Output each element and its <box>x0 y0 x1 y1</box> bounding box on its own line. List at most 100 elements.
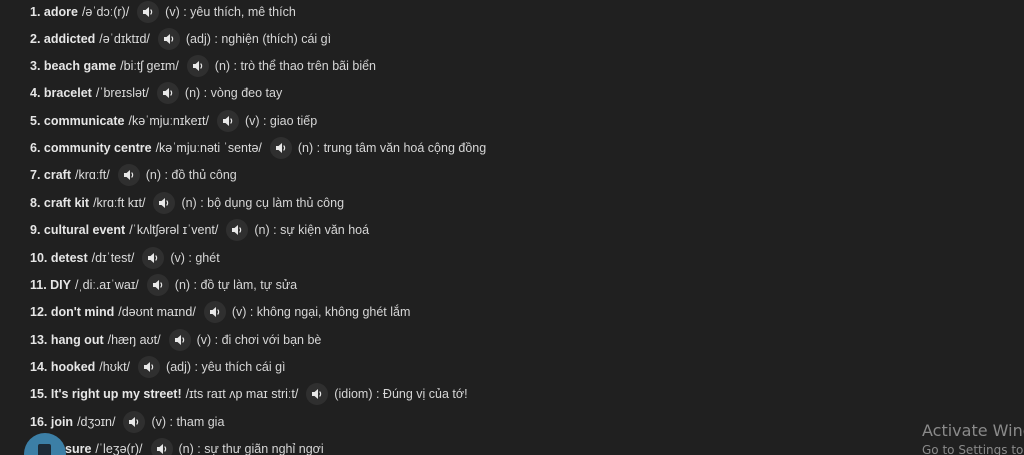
vocab-row: 6. community centre/kəˈmjuːnəti ˈsentə/ (… <box>30 136 486 160</box>
pronounce-button[interactable] <box>123 411 146 433</box>
vocab-meaning: (n) : trung tâm văn hoá cộng đồng <box>297 141 487 155</box>
vocab-row: 1. adore/əˈdɔː(r)/ (v) : yêu thích, mê th… <box>30 0 296 24</box>
vocab-word: 8. craft kit <box>30 196 90 210</box>
speaker-icon <box>192 60 204 72</box>
vocab-meaning: (n) : trò thể thao trên bãi biển <box>214 59 377 73</box>
speaker-icon <box>209 306 221 318</box>
vocab-row: 9. cultural event/ˈkʌltʃərəl ɪˈvent/ (n) … <box>30 218 369 242</box>
vocab-phonetic: /kəˈmjuːnəti ˈsentə/ <box>155 141 262 155</box>
vocab-meaning: (n) : sự thư giãn nghỉ ngơi <box>178 442 324 455</box>
pronounce-button[interactable] <box>186 55 209 77</box>
speaker-icon <box>152 279 164 291</box>
pronounce-button[interactable] <box>142 247 165 269</box>
vocab-phonetic: /əˈdɔː(r)/ <box>81 5 130 19</box>
vocab-word: 9. cultural event <box>30 223 126 237</box>
vocab-phonetic: /hʊkt/ <box>99 360 131 374</box>
vocab-row: sure/ˈleʒə(r)/ (n) : sự thư giãn nghỉ ngơ… <box>65 437 324 455</box>
pronounce-button[interactable] <box>157 28 180 50</box>
vocab-phonetic: /ˌdiː.aɪˈwaɪ/ <box>75 278 139 292</box>
pronounce-button[interactable] <box>117 164 140 186</box>
vocab-word: 1. adore <box>30 5 78 19</box>
vocab-phonetic: /hæŋ aʊt/ <box>107 333 161 347</box>
speaker-icon <box>142 6 154 18</box>
vocab-meaning: (v) : giao tiếp <box>244 114 318 128</box>
vocab-word: 10. detest <box>30 251 88 265</box>
vocab-word: 4. bracelet <box>30 86 92 100</box>
vocab-row: 3. beach game/biːtʃ ɡeɪm/ (n) : trò thể t… <box>30 54 376 78</box>
speaker-icon <box>231 224 243 236</box>
vocab-word: 3. beach game <box>30 59 117 73</box>
pronounce-button[interactable] <box>146 274 169 296</box>
speaker-icon <box>156 443 168 455</box>
vocab-phonetic: /dɪˈtest/ <box>91 251 135 265</box>
pronounce-button[interactable] <box>150 438 173 455</box>
speaker-icon <box>147 252 159 264</box>
pronounce-button[interactable] <box>203 301 226 323</box>
vocab-word: 11. DIY <box>30 278 71 292</box>
pronounce-button[interactable] <box>226 219 249 241</box>
document-icon <box>38 444 51 455</box>
vocab-meaning: (v) : đi chơi với bạn bè <box>196 333 322 347</box>
vocab-word: 15. It's right up my street! <box>30 387 182 401</box>
vocab-phonetic: /dəʊnt maɪnd/ <box>118 305 196 319</box>
vocab-phonetic: /ɪts raɪt ʌp maɪ striːt/ <box>185 387 299 401</box>
vocab-row: 5. communicate/kəˈmjuːnɪkeɪt/ (v) : giao … <box>30 109 317 133</box>
vocab-row: 15. It's right up my street!/ɪts raɪt ʌp… <box>30 382 468 406</box>
pronounce-button[interactable] <box>269 137 292 159</box>
floating-action-button[interactable] <box>24 433 66 455</box>
vocab-phonetic: /ˈleʒə(r)/ <box>95 442 143 455</box>
vocab-meaning: (idiom) : Đúng vị của tớ! <box>334 387 468 401</box>
vocab-phonetic: /dʒɔɪn/ <box>77 415 116 429</box>
vocab-phonetic: /ˈkʌltʃərəl ɪˈvent/ <box>129 223 219 237</box>
vocab-phonetic: /ˈbreɪslət/ <box>95 86 149 100</box>
vocab-phonetic: /kəˈmjuːnɪkeɪt/ <box>128 114 209 128</box>
pronounce-button[interactable] <box>153 192 176 214</box>
vocab-meaning: (v) : ghét <box>170 251 220 265</box>
vocab-row: 2. addicted/əˈdɪktɪd/ (adj) : nghiện (thí… <box>30 27 331 51</box>
vocab-word: 14. hooked <box>30 360 96 374</box>
vocab-meaning: (n) : vòng đeo tay <box>184 86 283 100</box>
speaker-icon <box>123 169 135 181</box>
vocab-row: 12. don't mind/dəʊnt maɪnd/ (v) : không n… <box>30 300 410 324</box>
vocab-row: 4. bracelet/ˈbreɪslət/ (n) : vòng đeo tay <box>30 81 282 105</box>
vocab-word: 7. craft <box>30 168 71 182</box>
vocab-meaning: (n) : đồ thủ công <box>145 168 237 182</box>
vocab-word: 16. join <box>30 415 74 429</box>
vocab-meaning: (adj) : yêu thích cái gì <box>166 360 286 374</box>
pronounce-button[interactable] <box>216 110 239 132</box>
vocab-phonetic: /krɑːft/ <box>75 168 110 182</box>
vocab-word: 6. community centre <box>30 141 152 155</box>
vocab-row: 16. join/dʒɔɪn/ (v) : tham gia <box>30 410 224 434</box>
speaker-icon <box>222 115 234 127</box>
speaker-icon <box>275 142 287 154</box>
vocab-row: 8. craft kit/krɑːft kɪt/ (n) : bộ dụng cụ… <box>30 191 344 215</box>
speaker-icon <box>128 416 140 428</box>
vocab-word: 5. communicate <box>30 114 125 128</box>
vocab-meaning: (n) : đồ tự làm, tự sửa <box>174 278 298 292</box>
speaker-icon <box>174 334 186 346</box>
vocab-phonetic: /əˈdɪktɪd/ <box>99 32 150 46</box>
vocab-word: sure <box>65 442 92 455</box>
vocab-row: 7. craft/krɑːft/ (n) : đồ thủ công <box>30 163 237 187</box>
vocab-word: 12. don't mind <box>30 305 115 319</box>
speaker-icon <box>158 197 170 209</box>
vocab-row: 13. hang out/hæŋ aʊt/ (v) : đi chơi với b… <box>30 328 321 352</box>
pronounce-button[interactable] <box>168 329 191 351</box>
watermark-subtitle: Go to Settings to a <box>922 443 1024 455</box>
pronounce-button[interactable] <box>306 383 329 405</box>
activation-watermark: Activate Wind Go to Settings to a <box>922 420 1024 455</box>
vocab-meaning: (n) : sự kiện văn hoá <box>254 223 370 237</box>
vocab-meaning: (v) : yêu thích, mê thích <box>165 5 296 19</box>
watermark-title: Activate Wind <box>922 421 1024 440</box>
vocab-meaning: (v) : không ngại, không ghét lắm <box>231 305 411 319</box>
vocab-meaning: (n) : bộ dụng cụ làm thủ công <box>181 196 345 210</box>
vocab-row: 14. hooked/hʊkt/ (adj) : yêu thích cái gì <box>30 355 286 379</box>
speaker-icon <box>162 87 174 99</box>
vocab-phonetic: /biːtʃ ɡeɪm/ <box>120 59 179 73</box>
pronounce-button[interactable] <box>137 1 160 23</box>
vocab-word: 2. addicted <box>30 32 96 46</box>
speaker-icon <box>163 33 175 45</box>
vocab-meaning: (adj) : nghiện (thích) cái gì <box>185 32 332 46</box>
pronounce-button[interactable] <box>138 356 161 378</box>
pronounce-button[interactable] <box>156 82 179 104</box>
